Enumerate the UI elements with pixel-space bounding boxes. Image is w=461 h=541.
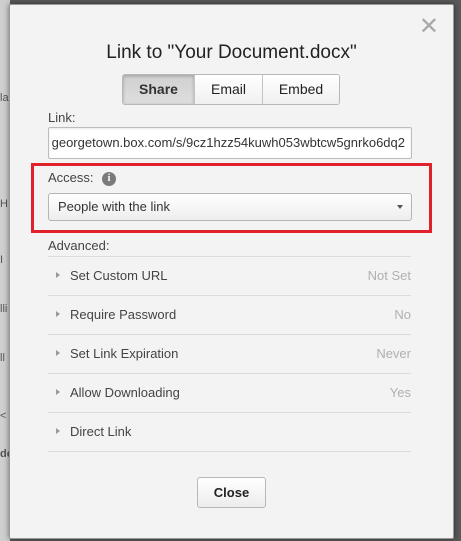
divider bbox=[48, 451, 411, 452]
advanced-row-direct-link[interactable]: Direct Link bbox=[48, 413, 411, 451]
access-label: Access: bbox=[48, 170, 94, 185]
advanced-label: Advanced: bbox=[48, 238, 110, 253]
advanced-row-value: Not Set bbox=[367, 268, 411, 283]
advanced-row-label: Set Link Expiration bbox=[70, 346, 179, 361]
close-button[interactable]: Close bbox=[197, 477, 266, 508]
advanced-row-password[interactable]: Require Password No bbox=[48, 296, 411, 334]
link-url-text: georgetown.box.com/s/9cz1hzz54kuwh053wbt… bbox=[51, 135, 405, 150]
advanced-row-label: Require Password bbox=[70, 307, 177, 322]
triangle-right-icon bbox=[56, 272, 60, 278]
advanced-row-label: Direct Link bbox=[70, 424, 132, 439]
advanced-row-label: Allow Downloading bbox=[70, 385, 180, 400]
info-icon[interactable]: i bbox=[102, 172, 116, 186]
advanced-row-value: No bbox=[394, 307, 411, 322]
close-icon[interactable]: ✕ bbox=[419, 14, 439, 38]
link-label: Link: bbox=[48, 110, 76, 125]
triangle-right-icon bbox=[56, 389, 60, 395]
tab-email[interactable]: Email bbox=[195, 75, 263, 104]
advanced-row-downloading[interactable]: Allow Downloading Yes bbox=[48, 374, 411, 412]
advanced-row-value: Never bbox=[376, 346, 411, 361]
dialog-title: Link to "Your Document.docx" bbox=[106, 42, 357, 63]
access-select-value: People with the link bbox=[58, 199, 171, 214]
link-url-field[interactable]: georgetown.box.com/s/9cz1hzz54kuwh053wbt… bbox=[48, 127, 412, 159]
triangle-right-icon bbox=[56, 428, 60, 434]
triangle-right-icon bbox=[56, 350, 60, 356]
access-select[interactable]: People with the link bbox=[48, 193, 412, 221]
share-tabs: Share Email Embed bbox=[122, 74, 340, 105]
tab-share[interactable]: Share bbox=[123, 75, 195, 104]
tab-embed[interactable]: Embed bbox=[263, 75, 339, 104]
chevron-down-icon bbox=[397, 205, 403, 209]
advanced-row-custom-url[interactable]: Set Custom URL Not Set bbox=[48, 257, 411, 295]
advanced-row-value: Yes bbox=[389, 385, 411, 400]
advanced-row-label: Set Custom URL bbox=[70, 268, 168, 283]
triangle-right-icon bbox=[56, 311, 60, 317]
advanced-row-expiration[interactable]: Set Link Expiration Never bbox=[48, 335, 411, 373]
share-link-dialog: ✕ Link to "Your Document.docx" Share Ema… bbox=[9, 4, 454, 539]
